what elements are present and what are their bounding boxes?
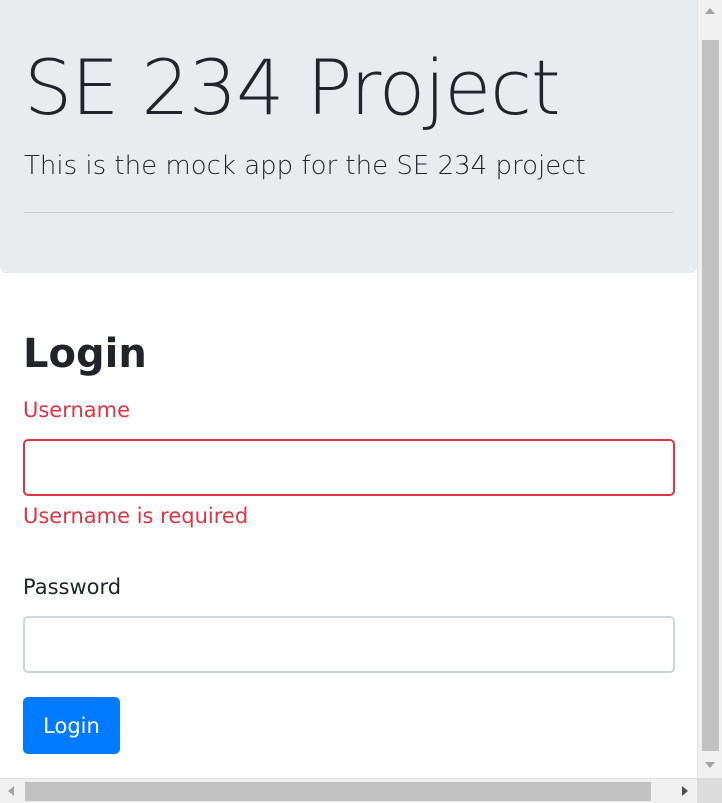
- password-label: Password: [23, 575, 122, 599]
- username-error-message: Username is required: [23, 504, 249, 528]
- horizontal-scrollbar-thumb[interactable]: [25, 782, 651, 801]
- login-button[interactable]: Login: [23, 697, 120, 754]
- scroll-down-arrow-icon[interactable]: [705, 762, 715, 768]
- page-title: SE 234 Project: [24, 43, 561, 132]
- horizontal-scrollbar[interactable]: [0, 778, 697, 803]
- username-input[interactable]: [23, 439, 675, 496]
- page-lead-text: This is the mock app for the SE 234 proj…: [24, 151, 586, 181]
- jumbotron: SE 234 Project This is the mock app for …: [0, 0, 697, 273]
- jumbotron-divider: [24, 212, 673, 213]
- page-viewport: SE 234 Project This is the mock app for …: [0, 0, 697, 778]
- vertical-scrollbar[interactable]: [697, 0, 722, 778]
- scroll-left-arrow-icon[interactable]: [8, 786, 14, 796]
- vertical-scrollbar-thumb[interactable]: [702, 40, 719, 751]
- scrollbar-corner: [697, 778, 722, 803]
- password-input[interactable]: [23, 616, 675, 673]
- login-heading: Login: [23, 331, 147, 377]
- scroll-right-arrow-icon[interactable]: [682, 786, 688, 796]
- username-label: Username: [23, 398, 131, 422]
- scroll-up-arrow-icon[interactable]: [705, 8, 715, 14]
